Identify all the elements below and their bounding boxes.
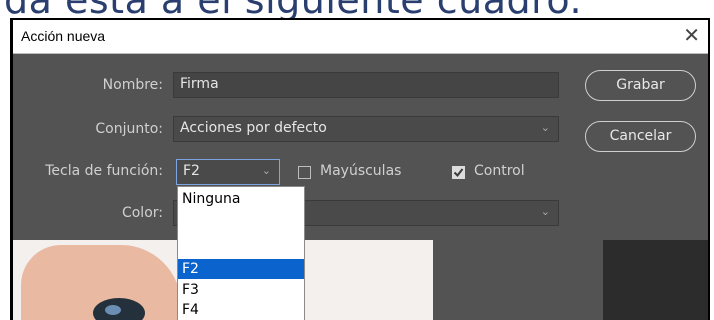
new-action-dialog: Acción nueva ✕ Nombre: Firma Conjunto: A… <box>13 20 708 320</box>
cancel-button[interactable]: Cancelar <box>585 121 696 152</box>
name-value: Firma <box>180 76 219 92</box>
record-button[interactable]: Grabar <box>585 70 696 101</box>
fkey-value: F2 <box>183 163 200 179</box>
dropdown-option[interactable]: Ninguna <box>182 189 300 209</box>
control-label: Control <box>474 163 525 179</box>
name-field[interactable]: Firma <box>173 72 559 98</box>
title-bar: Acción nueva ✕ <box>13 20 708 54</box>
dialog-title: Acción nueva <box>21 28 106 44</box>
canvas-dark-area <box>603 240 708 320</box>
chevron-down-icon: ⌄ <box>540 121 550 134</box>
set-value: Acciones por defecto <box>180 120 327 136</box>
check-icon <box>453 168 464 178</box>
name-label: Nombre: <box>102 77 163 93</box>
control-checkbox[interactable] <box>452 166 465 179</box>
baby-photo-iris <box>105 305 121 315</box>
chevron-down-icon: ⌄ <box>540 205 550 218</box>
fkey-select[interactable]: F2 ⌄ <box>176 159 280 185</box>
chevron-down-icon: ⌄ <box>261 164 271 177</box>
dropdown-option[interactable] <box>182 231 300 251</box>
shift-label: Mayúsculas <box>320 163 402 179</box>
shift-checkbox[interactable] <box>298 166 311 179</box>
dropdown-option[interactable]: F3 <box>182 280 300 300</box>
dropdown-option-selected[interactable]: F2 <box>178 259 304 279</box>
dropdown-option[interactable]: F4 <box>182 300 300 320</box>
color-label: Color: <box>121 205 163 221</box>
set-label: Conjunto: <box>95 121 163 137</box>
close-icon[interactable]: ✕ <box>683 23 700 47</box>
fkey-label: Tecla de función: <box>45 163 163 179</box>
set-select[interactable]: Acciones por defecto ⌄ <box>173 116 559 142</box>
fkey-dropdown-list: Ninguna F2 F3 F4 <box>177 186 305 320</box>
dropdown-option[interactable] <box>182 211 300 231</box>
